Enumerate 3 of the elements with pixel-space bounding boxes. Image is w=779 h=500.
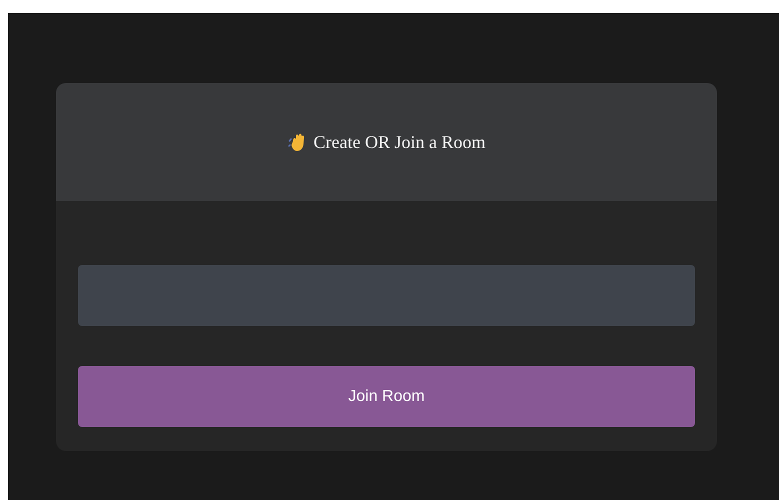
join-room-button[interactable]: Join Room [78,366,695,427]
room-input-field[interactable] [78,265,695,326]
card-title: Create OR Join a Room [314,130,486,154]
